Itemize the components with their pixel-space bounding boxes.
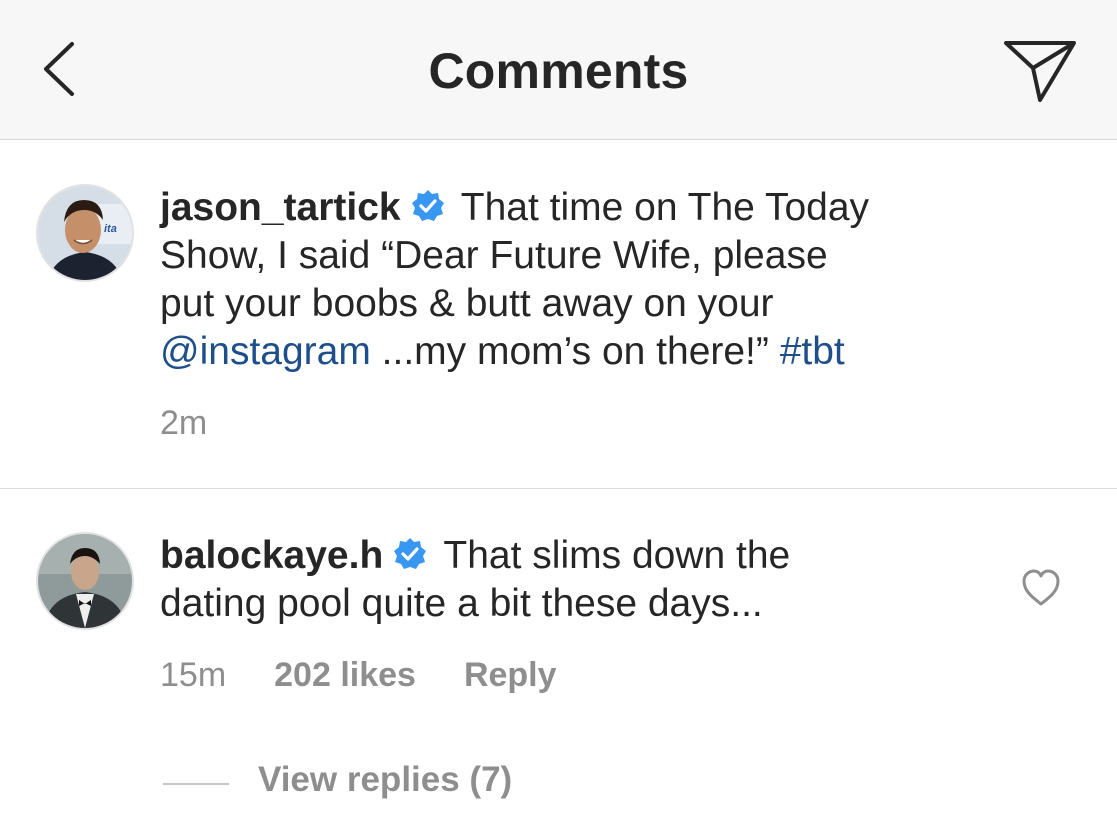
verified-badge-icon (411, 190, 444, 221)
caption-meta: 2m (160, 404, 255, 443)
comment-text-line2: dating pool quite a bit these days... (160, 582, 763, 625)
heart-icon[interactable] (1020, 568, 1062, 608)
svg-text:ita: ita (104, 223, 117, 235)
comment-meta: 15m 202 likes Reply (160, 656, 605, 695)
reply-button[interactable]: Reply (464, 656, 557, 694)
page-title: Comments (428, 43, 689, 99)
paper-plane-icon[interactable] (1000, 38, 1080, 106)
caption-timestamp: 2m (160, 404, 208, 442)
view-replies-button[interactable]: View replies (7) (258, 760, 512, 800)
caption-text-line3: put your boobs & butt away on your (160, 282, 774, 325)
comment-username[interactable]: balockaye.h (160, 534, 383, 577)
comment-text: balockaye.h That slims down the dating p… (160, 532, 790, 628)
caption-text-line4: ...my mom’s on there!” (370, 330, 780, 373)
header-bar: Comments (0, 0, 1117, 140)
mention-link[interactable]: @instagram (160, 330, 371, 373)
avatar-image: ita (38, 186, 132, 280)
verified-badge-icon (394, 538, 427, 569)
avatar[interactable]: ita (36, 184, 134, 282)
caption-text-line2: Show, I said “Dear Future Wife, please (160, 234, 828, 277)
comment-text-line1: That slims down the (433, 534, 791, 577)
divider (0, 488, 1117, 489)
avatar[interactable] (36, 532, 134, 630)
likes-count[interactable]: 202 likes (274, 656, 416, 694)
hashtag-link[interactable]: #tbt (780, 330, 845, 373)
caption-text-line1: That time on The Today (450, 186, 870, 229)
replies-divider-line (163, 783, 229, 785)
caption-username[interactable]: jason_tartick (160, 186, 401, 229)
comment-timestamp: 15m (160, 656, 227, 694)
caption-text: jason_tartick That time on The Today Sho… (160, 184, 869, 376)
avatar-image (38, 534, 132, 628)
